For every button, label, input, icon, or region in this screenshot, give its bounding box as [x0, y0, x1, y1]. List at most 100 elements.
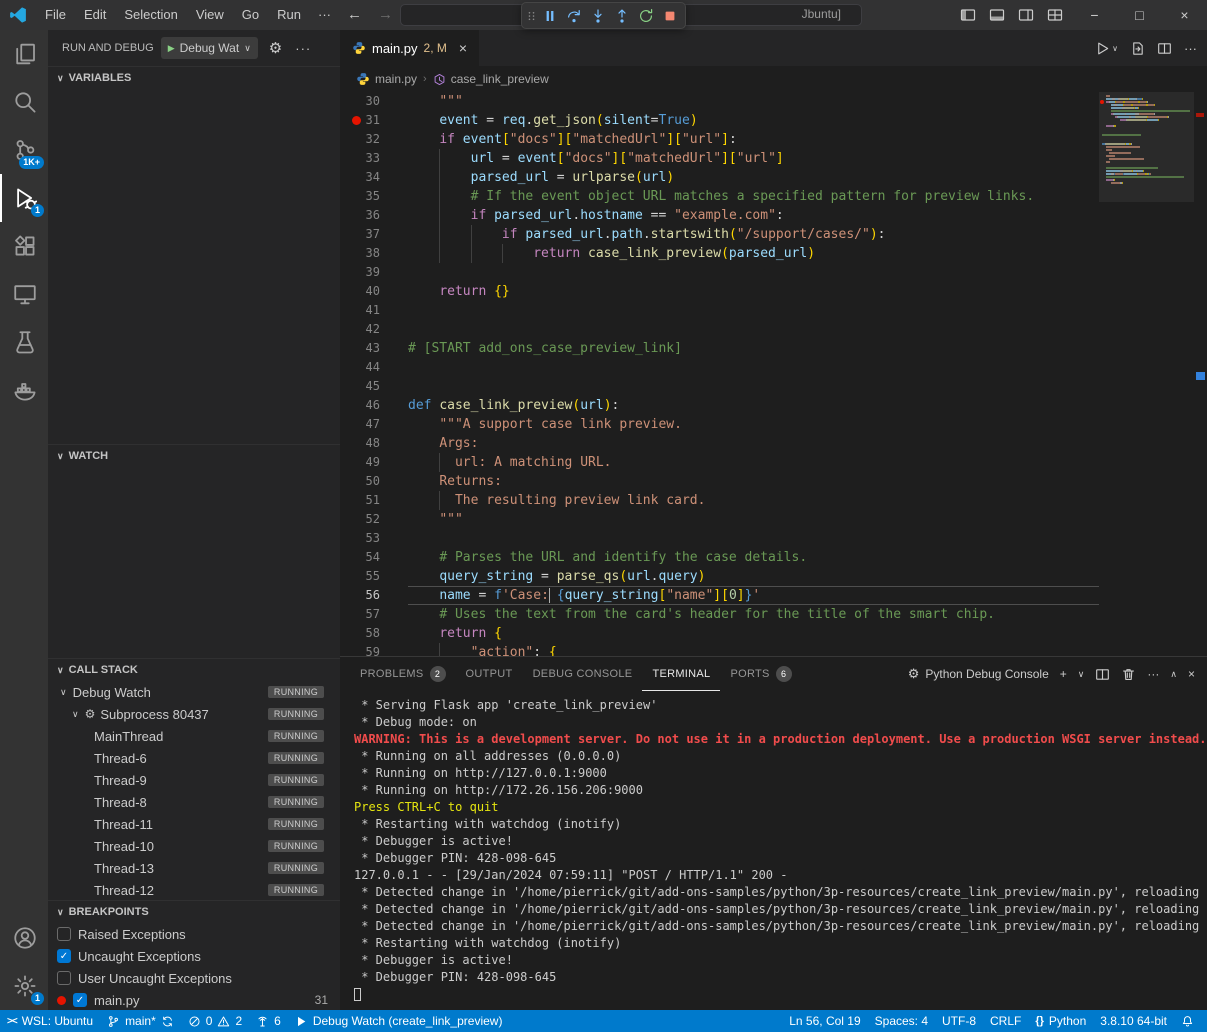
gutter-line[interactable]: 52	[340, 510, 408, 529]
call-stack-item[interactable]: Thread-6RUNNING	[48, 747, 340, 769]
code-line[interactable]: """	[408, 510, 1099, 529]
close-tab-icon[interactable]: ×	[459, 40, 467, 56]
minimize-button[interactable]: −	[1072, 0, 1117, 30]
code-line[interactable]: url: A matching URL.	[408, 453, 1099, 472]
watch-header[interactable]: ∨ WATCH	[48, 445, 340, 467]
breakpoints-header[interactable]: ∨ BREAKPOINTS	[48, 901, 340, 923]
language-mode[interactable]: {}Python	[1028, 1010, 1093, 1032]
debug-toolbar-grip-icon[interactable]	[525, 8, 538, 24]
gutter-line[interactable]: 49	[340, 453, 408, 472]
gutter-line[interactable]: 36	[340, 206, 408, 225]
navigate-back-icon[interactable]: ←	[339, 0, 370, 30]
panel-tab-output[interactable]: OUTPUT	[456, 657, 523, 691]
code-line[interactable]: if parsed_url.path.startswith("/support/…	[408, 225, 1099, 244]
gutter-line[interactable]: 48	[340, 434, 408, 453]
activity-explorer[interactable]	[0, 30, 48, 78]
call-stack-item[interactable]: ∨Debug WatchRUNNING	[48, 681, 340, 703]
gutter-line[interactable]: 55	[340, 567, 408, 586]
gutter-line[interactable]: 45	[340, 377, 408, 396]
code-line[interactable]	[408, 301, 1099, 320]
code-line[interactable]: Returns:	[408, 472, 1099, 491]
close-panel-icon[interactable]: ×	[1188, 667, 1195, 681]
breakpoint-item[interactable]: Raised Exceptions	[48, 923, 340, 945]
code-line[interactable]: parsed_url = urlparse(url)	[408, 168, 1099, 187]
problems[interactable]: 02	[181, 1010, 249, 1032]
menu-selection[interactable]: Selection	[115, 0, 186, 30]
breakpoint-dot[interactable]	[352, 116, 361, 125]
code-line[interactable]: """A support case link preview.	[408, 415, 1099, 434]
remote-indicator[interactable]: ><WSL: Ubuntu	[0, 1010, 100, 1032]
gutter-line[interactable]: 37	[340, 225, 408, 244]
menu-overflow-icon[interactable]: ···	[310, 0, 339, 30]
step-into-button[interactable]	[586, 4, 610, 27]
terminal-output[interactable]: * Serving Flask app 'create_link_preview…	[340, 691, 1207, 1010]
menu-edit[interactable]: Edit	[75, 0, 115, 30]
call-stack-item[interactable]: ∨⚙Subprocess 80437RUNNING	[48, 703, 340, 725]
open-changes-button[interactable]	[1130, 41, 1145, 56]
code-line[interactable]: event = req.get_json(silent=True)	[408, 111, 1099, 130]
tab-main-py[interactable]: main.py 2, M ×	[340, 30, 479, 66]
breadcrumb-file[interactable]: main.py	[356, 72, 417, 86]
code-lines[interactable]: """ event = req.get_json(silent=True) if…	[408, 92, 1099, 656]
code-line[interactable]	[408, 358, 1099, 377]
code-line[interactable]: return case_link_preview(parsed_url)	[408, 244, 1099, 263]
close-window-button[interactable]: ×	[1162, 0, 1207, 30]
gutter-line[interactable]: 46	[340, 396, 408, 415]
kill-terminal-button[interactable]	[1121, 667, 1136, 682]
menu-run[interactable]: Run	[268, 0, 310, 30]
start-debugging-icon[interactable]: ▶	[168, 43, 175, 54]
code-line[interactable]	[408, 263, 1099, 282]
gutter-line[interactable]: 41	[340, 301, 408, 320]
variables-header[interactable]: ∨ VARIABLES	[48, 67, 340, 89]
code-line[interactable]: name = f'Case: {query_string["name"][0]}…	[408, 586, 1099, 605]
gutter-line[interactable]: 38	[340, 244, 408, 263]
gutter-line[interactable]: 50	[340, 472, 408, 491]
gutter-line[interactable]: 40	[340, 282, 408, 301]
pause-button[interactable]	[538, 4, 562, 27]
overview-ruler[interactable]	[1194, 92, 1207, 656]
gutter-line[interactable]: 33	[340, 149, 408, 168]
activity-accounts[interactable]	[0, 914, 48, 962]
gutter-line[interactable]: 51	[340, 491, 408, 510]
debug-session[interactable]: Debug Watch (create_link_preview)	[288, 1010, 510, 1032]
debug-config-dropdown[interactable]: ▶ Debug Wat ∨	[161, 37, 258, 59]
code-line[interactable]: "action": {	[408, 643, 1099, 656]
code-line[interactable]: # Parses the URL and identify the case d…	[408, 548, 1099, 567]
terminal-dropdown-icon[interactable]: ∨	[1078, 669, 1085, 680]
terminal-instance[interactable]: ⚙ Python Debug Console	[908, 666, 1049, 682]
call-stack-header[interactable]: ∨ CALL STACK	[48, 659, 340, 681]
forwarded-ports[interactable]: 6	[249, 1010, 288, 1032]
new-terminal-button[interactable]: +	[1060, 667, 1067, 681]
code-line[interactable]: """	[408, 92, 1099, 111]
menu-go[interactable]: Go	[233, 0, 268, 30]
run-python-file-button[interactable]: ∨	[1095, 41, 1118, 56]
gutter-line[interactable]: 32	[340, 130, 408, 149]
call-stack-item[interactable]: Thread-12RUNNING	[48, 879, 340, 900]
notifications[interactable]	[1174, 1010, 1201, 1032]
gutter-line[interactable]: 59	[340, 643, 408, 656]
menu-file[interactable]: File	[36, 0, 75, 30]
maximize-panel-icon[interactable]: ∧	[1170, 669, 1177, 680]
call-stack-item[interactable]: MainThreadRUNNING	[48, 725, 340, 747]
split-terminal-button[interactable]	[1095, 667, 1110, 682]
call-stack-item[interactable]: Thread-9RUNNING	[48, 769, 340, 791]
breadcrumb-symbol[interactable]: case_link_preview	[433, 72, 549, 86]
gutter-line[interactable]: 34	[340, 168, 408, 187]
encoding[interactable]: UTF-8	[935, 1010, 983, 1032]
activity-testing[interactable]	[0, 318, 48, 366]
panel-tab-problems[interactable]: PROBLEMS2	[350, 657, 456, 691]
gutter-line[interactable]: 43	[340, 339, 408, 358]
panel-tab-terminal[interactable]: TERMINAL	[642, 657, 720, 691]
code-line[interactable]: Args:	[408, 434, 1099, 453]
sidebar-more-actions-icon[interactable]: ···	[295, 41, 311, 56]
gutter-line[interactable]: 47	[340, 415, 408, 434]
code-line[interactable]: # Uses the text from the card's header f…	[408, 605, 1099, 624]
maximize-button[interactable]: □	[1117, 0, 1162, 30]
panel-tab-debug-console[interactable]: DEBUG CONSOLE	[523, 657, 643, 691]
panel-tab-ports[interactable]: PORTS6	[720, 657, 801, 691]
code-line[interactable]: # If the event object URL matches a spec…	[408, 187, 1099, 206]
step-over-button[interactable]	[562, 4, 586, 27]
gutter-line[interactable]: 53	[340, 529, 408, 548]
call-stack-item[interactable]: Thread-13RUNNING	[48, 857, 340, 879]
gutter-line[interactable]: 39	[340, 263, 408, 282]
